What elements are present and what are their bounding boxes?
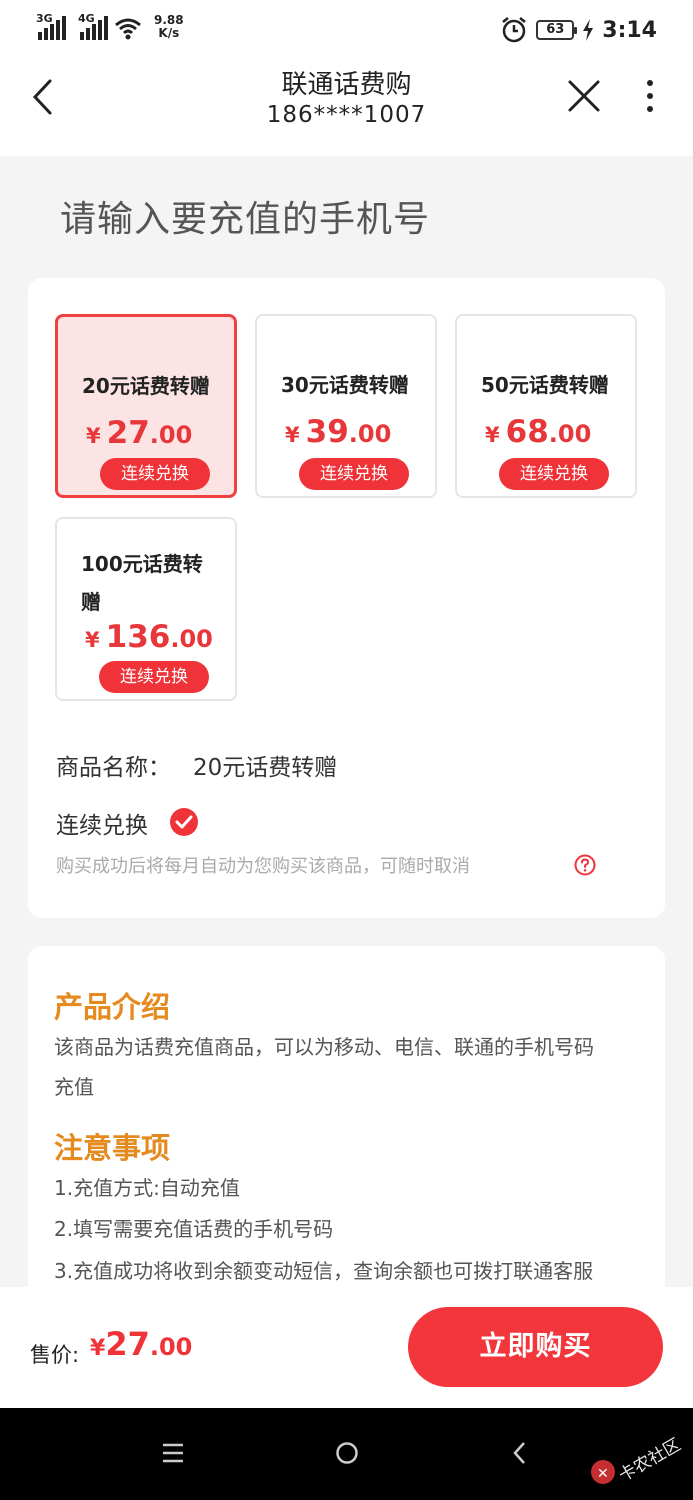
product-price: ¥68.00 bbox=[485, 414, 592, 450]
notes-title: 注意事项 bbox=[54, 1131, 171, 1165]
check-circle-icon[interactable] bbox=[170, 808, 198, 836]
app-header: 联通话费购 186****1007 bbox=[0, 58, 693, 156]
product-name: 30元话费转赠 bbox=[281, 373, 409, 397]
product-option-50[interactable]: 50元话费转赠 ¥68.00 连续兑换 bbox=[455, 314, 637, 498]
watermark-logo: ✕ 卡农社区 bbox=[591, 1435, 685, 1486]
sale-price-label: 售价: bbox=[30, 1343, 80, 1367]
charging-icon bbox=[583, 19, 594, 41]
wifi-icon bbox=[115, 18, 141, 40]
continuous-label: 连续兑换 bbox=[56, 813, 148, 839]
nav-back-icon[interactable] bbox=[510, 1441, 530, 1465]
product-selection-card: 20元话费转赠 ¥27.00 连续兑换 30元话费转赠 ¥39.00 连续兑换 … bbox=[28, 278, 665, 918]
signal-4g-icon: 4G bbox=[78, 12, 108, 40]
more-icon[interactable] bbox=[638, 78, 662, 114]
buy-now-button[interactable]: 立即购买 bbox=[408, 1307, 663, 1387]
close-icon[interactable] bbox=[566, 78, 602, 114]
product-option-100[interactable]: 100元话费转赠 ¥136.00 连续兑换 bbox=[55, 517, 237, 701]
product-name: 50元话费转赠 bbox=[481, 373, 609, 397]
product-option-20[interactable]: 20元话费转赠 ¥27.00 连续兑换 bbox=[55, 314, 237, 498]
network-speed: 9.88 K/s bbox=[154, 14, 184, 40]
continuous-tag: 连续兑换 bbox=[99, 661, 209, 693]
system-nav-bar: ✕ 卡农社区 bbox=[0, 1408, 693, 1500]
note-item: 2.填写需要充值话费的手机号码 bbox=[54, 1217, 334, 1241]
status-time: 3:14 bbox=[602, 17, 657, 43]
note-item: 3.充值成功将收到余额变动短信，查询余额也可拨打联通客服 bbox=[54, 1259, 594, 1283]
product-name-value: 20元话费转赠 bbox=[193, 755, 338, 781]
signal-3g-icon: 3G bbox=[36, 12, 66, 40]
svg-text:卡农社区: 卡农社区 bbox=[616, 1435, 685, 1486]
product-price: ¥27.00 bbox=[86, 415, 193, 451]
home-icon[interactable] bbox=[335, 1441, 359, 1465]
product-price: ¥136.00 bbox=[85, 619, 213, 655]
menu-icon[interactable] bbox=[162, 1442, 184, 1464]
status-bar: 3G 4G 9.88 K/s 63 3:14 bbox=[0, 0, 693, 58]
intro-text-1: 该商品为话费充值商品，可以为移动、电信、联通的手机号码 bbox=[54, 1035, 594, 1059]
alarm-icon bbox=[502, 17, 527, 43]
product-price: ¥39.00 bbox=[285, 414, 392, 450]
phone-input-prompt[interactable]: 请输入要充值的手机号 bbox=[60, 190, 430, 242]
help-circle-icon[interactable] bbox=[574, 854, 596, 876]
svg-text:✕: ✕ bbox=[597, 1466, 609, 1482]
continuous-tag: 连续兑换 bbox=[100, 458, 210, 490]
sale-price: ¥27.00 bbox=[90, 1325, 193, 1363]
product-info-card: 产品介绍 该商品为话费充值商品，可以为移动、电信、联通的手机号码 充值 注意事项… bbox=[28, 946, 665, 1306]
product-name: 20元话费转赠 bbox=[82, 374, 210, 398]
product-name: 100元话费转赠 bbox=[81, 552, 203, 614]
note-item: 1.充值方式:自动充值 bbox=[54, 1176, 240, 1200]
continuous-tag: 连续兑换 bbox=[299, 458, 409, 490]
product-option-30[interactable]: 30元话费转赠 ¥39.00 连续兑换 bbox=[255, 314, 437, 498]
intro-text-2: 充值 bbox=[54, 1075, 94, 1099]
purchase-bar: 售价: ¥27.00 立即购买 bbox=[0, 1287, 693, 1408]
continuous-tag: 连续兑换 bbox=[499, 458, 609, 490]
intro-title: 产品介绍 bbox=[54, 990, 171, 1024]
continuous-description: 购买成功后将每月自动为您购买该商品，可随时取消 bbox=[56, 856, 470, 877]
product-name-label: 商品名称： bbox=[56, 755, 171, 781]
speed-unit: K/s bbox=[158, 26, 180, 40]
battery-indicator: 63 bbox=[536, 20, 578, 40]
